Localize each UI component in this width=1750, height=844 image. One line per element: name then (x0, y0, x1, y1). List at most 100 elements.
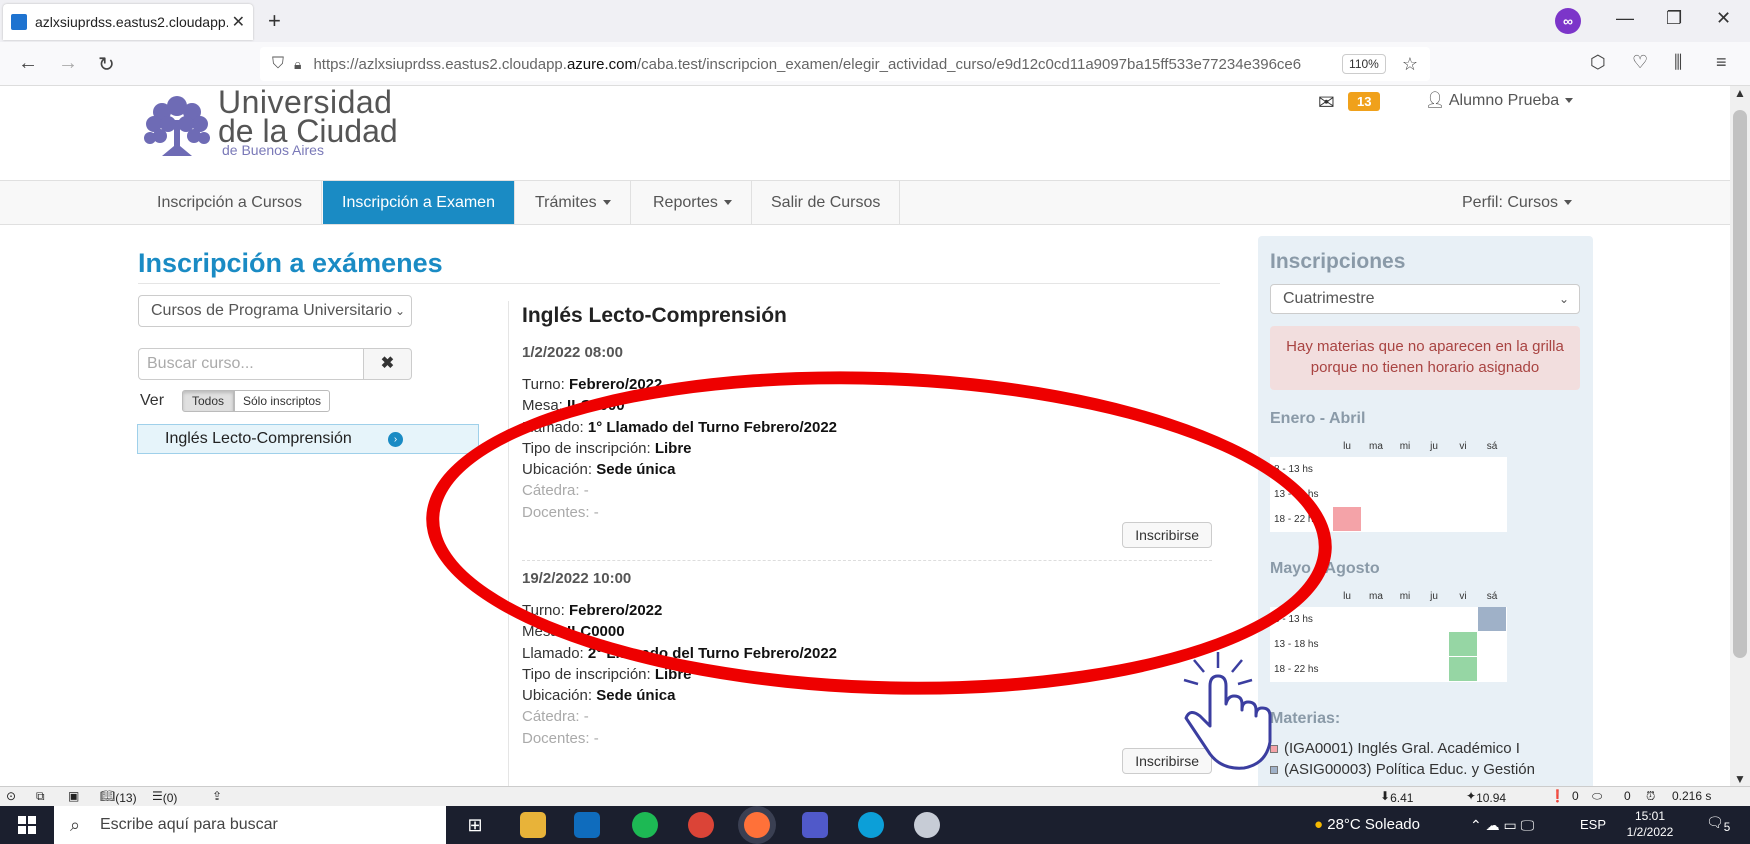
color-swatch (1270, 766, 1278, 774)
back-icon[interactable]: ← (18, 52, 38, 75)
new-tab-button[interactable]: + (268, 8, 281, 34)
task-view-icon[interactable]: ⊞ (462, 812, 488, 838)
addon-status-bar: ⊙ ⧉ ▣ 📖︎ (13) ☰ (0) ⇪ ⬇ 6.41 Kb ✦10.94 M… (0, 786, 1750, 819)
lock-icon[interactable]: 🔒︎ (294, 56, 301, 73)
upload-icon[interactable]: ⇪ (212, 789, 222, 803)
filter-enrolled-button[interactable]: Sólo inscriptos (234, 390, 331, 412)
color-swatch (1270, 745, 1278, 753)
sidebar-title: Inscripciones (1270, 250, 1406, 273)
browser-tab[interactable]: azlxsiuprdss.eastus2.cloudapp.a ✕ (3, 4, 253, 40)
grid-cell (1332, 481, 1362, 507)
materias-label: Materias: (1270, 710, 1341, 727)
time-slot-label: 13 - 18 hs (1270, 481, 1333, 507)
nav-inscripcion-examen[interactable]: Inscripción a Examen (323, 181, 515, 224)
chrome-icon[interactable] (688, 812, 714, 838)
exam-tipo: Tipo de inscripción: Libre (522, 439, 692, 457)
sun-icon: ● (1314, 816, 1324, 833)
filter-all-button[interactable]: Todos (182, 390, 235, 412)
course-search-input[interactable]: Buscar curso... (138, 348, 364, 380)
clear-search-button[interactable]: ✖ (363, 348, 412, 380)
circle-icon[interactable]: ⊙ (6, 789, 16, 803)
exam-ubicacion: Ubicación: Sede única (522, 461, 676, 479)
bookmark-star-icon[interactable]: ☆ (1402, 54, 1418, 75)
pocket-icon[interactable]: ⬡ (1590, 52, 1606, 73)
outlook-icon[interactable] (574, 812, 600, 838)
page-scrollbar[interactable]: ▲ ▼ (1730, 86, 1750, 786)
restore-icon[interactable]: ❐ (1666, 8, 1682, 29)
scrollbar-thumb[interactable] (1733, 110, 1747, 658)
book-icon[interactable]: 📖︎ (13) (100, 789, 137, 805)
university-logo[interactable]: Universidad de la Ciudad de Buenos Aires (140, 86, 400, 161)
mail-count-badge[interactable]: 13 (1348, 92, 1381, 111)
tab-close-icon[interactable]: ✕ (232, 12, 245, 32)
inscripciones-sidebar: Inscripciones Cuatrimestre ⌄ Hay materias… (1258, 236, 1593, 786)
windows-start-icon[interactable] (18, 816, 36, 834)
scroll-down-icon[interactable]: ▼ (1734, 772, 1746, 786)
search-icon: ⌕ (70, 815, 81, 835)
grid-cell (1361, 631, 1391, 657)
forward-icon[interactable]: → (58, 52, 78, 75)
list-icon[interactable]: ☰ (0) (152, 789, 177, 805)
grid-cell (1419, 481, 1449, 507)
edge-icon[interactable] (858, 812, 884, 838)
warning-count: 0 (1624, 789, 1631, 803)
grid-cell (1361, 456, 1391, 482)
grid-cell-occupied (1332, 506, 1362, 532)
address-bar[interactable]: ⛉ 🔒︎ https://azlxsiuprdss.eastus2.clouda… (260, 47, 1430, 81)
browser-toolbar: ← → ↻ ⛉ 🔒︎ https://azlxsiuprdss.eastus2.… (0, 42, 1750, 86)
error-count: 0 (1572, 789, 1579, 803)
nav-tramites[interactable]: Trámites (516, 181, 631, 224)
close-window-icon[interactable]: ✕ (1716, 8, 1731, 29)
reload-icon[interactable]: ↻ (98, 52, 115, 77)
menu-icon[interactable]: ≡ (1716, 52, 1727, 73)
program-select[interactable]: Cursos de Programa Universitario ⌄ (138, 295, 412, 327)
exam-tipo: Tipo de inscripción: Libre (522, 665, 692, 683)
nav-inscripcion-cursos[interactable]: Inscripción a Cursos (138, 181, 322, 224)
scroll-up-icon[interactable]: ▲ (1734, 86, 1746, 100)
file-explorer-icon[interactable] (520, 812, 546, 838)
browser-tab-bar: azlxsiuprdss.eastus2.cloudapp.a ✕ + ∞ — … (0, 0, 1750, 42)
logo-line3: de Buenos Aires (222, 142, 324, 158)
popup-icon[interactable]: ⧉ (36, 789, 45, 804)
perfil-menu[interactable]: Perfil: Cursos (1462, 181, 1573, 224)
nav-reportes[interactable]: Reportes (634, 181, 752, 224)
inscribirse-button[interactable]: Inscribirse (1122, 522, 1212, 548)
paint-icon[interactable] (914, 812, 940, 838)
user-menu[interactable]: 👤︎ Alumno Prueba (1425, 90, 1574, 110)
tray-icons[interactable]: ⌃ ☁ ▭ 🖵︎ (1470, 806, 1534, 844)
window-icon[interactable]: ▣ (68, 789, 79, 803)
minimize-icon[interactable]: — (1616, 8, 1634, 29)
grid-cell (1448, 606, 1478, 632)
spotify-icon[interactable] (632, 812, 658, 838)
weather-widget[interactable]: ● 28°C Soleado (1314, 806, 1420, 844)
clock[interactable]: 15:01 1/2/2022 (1620, 808, 1680, 840)
grid-cell (1361, 606, 1391, 632)
exam-turno: Turno: Febrero/2022 (522, 602, 663, 619)
day-header: sá (1486, 441, 1498, 452)
time-slot-label: 18 - 22 hs (1270, 506, 1333, 532)
save-icon[interactable]: ♡ (1632, 52, 1648, 73)
library-icon[interactable]: ⫼ (1674, 52, 1682, 73)
period-select[interactable]: Cuatrimestre ⌄ (1270, 284, 1580, 314)
teams-icon[interactable] (802, 812, 828, 838)
inscribirse-button[interactable]: Inscribirse (1122, 748, 1212, 774)
course-list-item[interactable]: Inglés Lecto-Comprensión › (137, 424, 479, 454)
language-indicator[interactable]: ESP (1580, 806, 1606, 844)
nav-salir-cursos[interactable]: Salir de Cursos (752, 181, 901, 224)
firefox-icon[interactable] (744, 812, 770, 838)
day-header: ju (1430, 591, 1438, 602)
day-header: ju (1430, 441, 1438, 452)
shield-icon[interactable]: ⛉ (272, 55, 284, 73)
mail-icon[interactable]: ✉ (1318, 90, 1335, 115)
zoom-level[interactable]: 110% (1342, 54, 1386, 74)
grid-cell (1390, 456, 1420, 482)
notification-icon[interactable]: 🗨︎5 (1706, 814, 1730, 834)
chevron-down-icon (602, 200, 611, 206)
section-enero-abril: Enero - Abril (1270, 410, 1366, 427)
grid-cell (1419, 506, 1449, 532)
taskbar-search[interactable]: ⌕ Escribe aquí para buscar (54, 806, 446, 844)
chevron-right-icon: › (388, 432, 403, 447)
url-text[interactable]: https://azlxsiuprdss.eastus2.cloudapp.az… (313, 56, 1342, 73)
course-title: Inglés Lecto-Comprensión (522, 304, 787, 327)
private-browsing-icon: ∞ (1555, 8, 1581, 34)
